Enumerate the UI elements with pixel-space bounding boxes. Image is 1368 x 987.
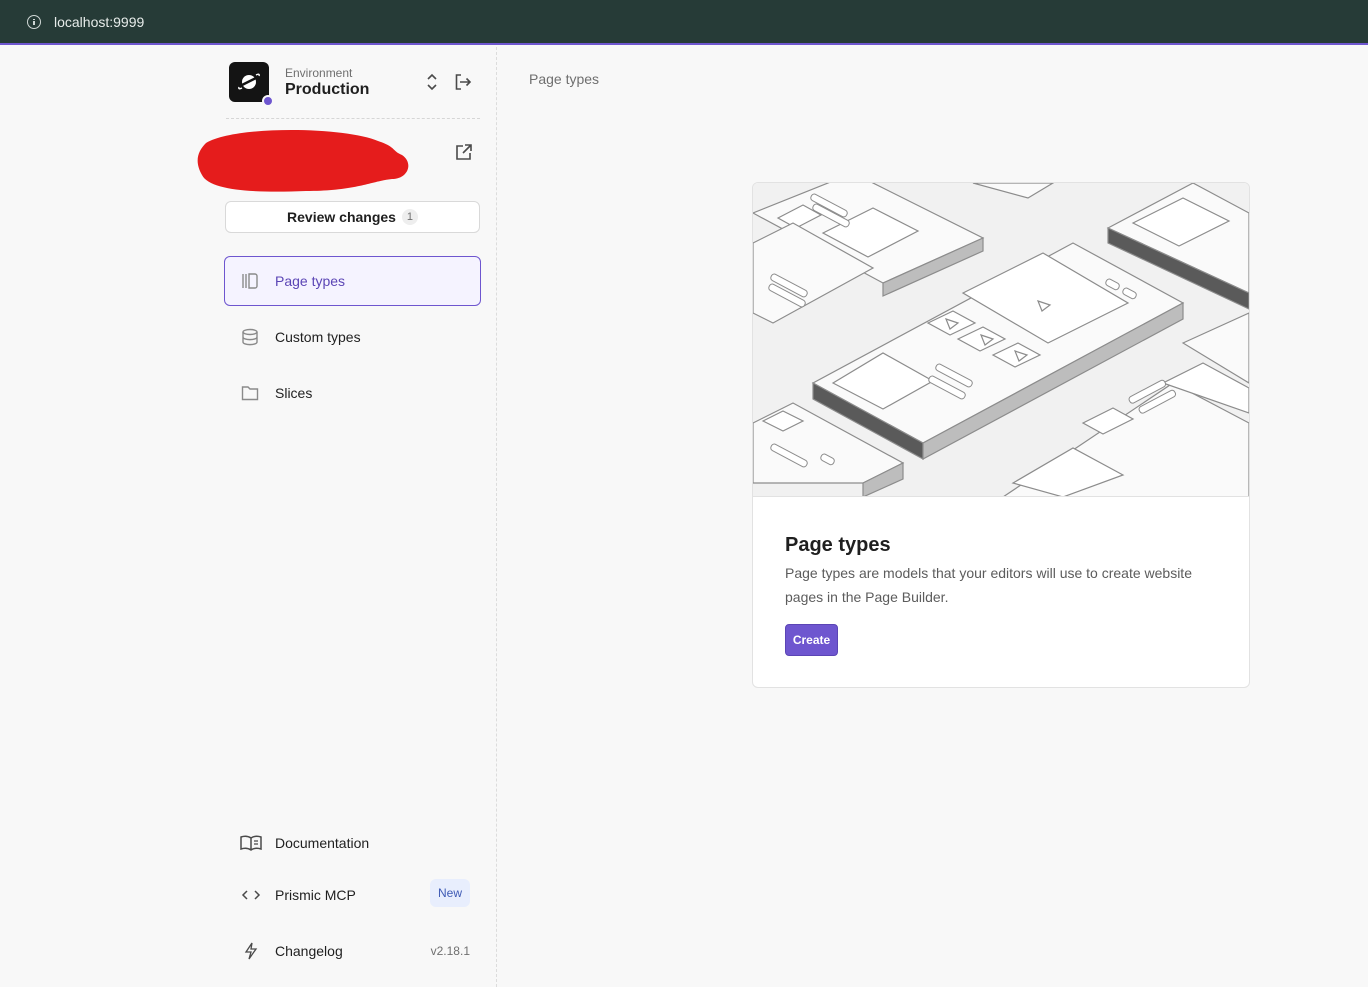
new-badge: New (429, 879, 470, 907)
folder-icon (241, 386, 259, 401)
changes-count-badge: 1 (401, 209, 418, 225)
review-changes-label: Review changes (287, 209, 396, 225)
nav-item-custom-types[interactable]: Custom types (224, 312, 481, 362)
url-text[interactable]: localhost:9999 (54, 14, 144, 30)
nav-item-page-types[interactable]: Page types (224, 256, 481, 306)
environment-label: Environment (285, 66, 353, 80)
database-icon (242, 328, 258, 346)
planet-icon (238, 73, 260, 90)
breadcrumb: Page types (529, 71, 600, 87)
nav-label: Documentation (275, 835, 370, 851)
nav-label: Prismic MCP (275, 887, 356, 903)
browser-address-bar: localhost:9999 (0, 0, 1368, 45)
review-changes-button[interactable]: Review changes 1 (225, 201, 480, 233)
environment-status-dot (262, 95, 274, 107)
nav-label: Changelog (275, 943, 343, 959)
environment-name: Production (285, 81, 370, 98)
environment-switcher[interactable]: Environment Production (228, 61, 480, 107)
info-icon[interactable] (27, 15, 41, 29)
nav-label: Slices (275, 385, 313, 401)
prismic-mcp-link[interactable]: Prismic MCP New (224, 877, 481, 913)
lightning-icon (244, 942, 258, 960)
changelog-link[interactable]: Changelog v2.18.1 (224, 933, 481, 969)
divider (226, 118, 480, 119)
logout-icon[interactable] (454, 73, 472, 91)
page-types-illustration (753, 183, 1249, 497)
redacted-repository-name (197, 130, 409, 192)
page-types-icon (242, 273, 258, 289)
book-icon (240, 835, 262, 851)
empty-state-card: Page types Page types are models that yo… (752, 182, 1250, 688)
nav-label: Page types (275, 273, 346, 289)
code-icon (241, 890, 261, 900)
sidebar: Environment Production Review changes 1 … (0, 47, 497, 987)
chevron-up-down-icon[interactable] (424, 71, 440, 93)
create-page-type-button[interactable]: Create (785, 624, 838, 656)
card-description: Page types are models that your editors … (785, 565, 1192, 605)
card-title: Page types (785, 534, 891, 556)
documentation-link[interactable]: Documentation (224, 825, 481, 861)
version-label: v2.18.1 (430, 944, 470, 958)
external-link-icon[interactable] (455, 143, 473, 161)
nav-item-slices[interactable]: Slices (224, 368, 481, 418)
nav-label: Custom types (275, 329, 361, 345)
